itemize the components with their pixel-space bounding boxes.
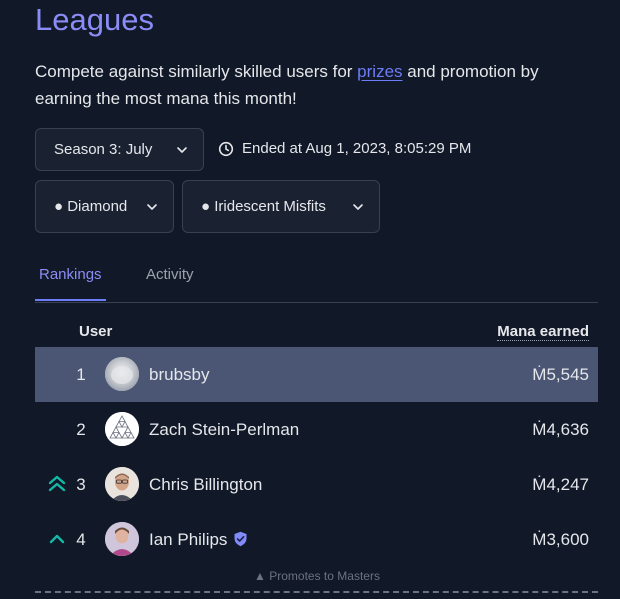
avatar[interactable]: [105, 522, 139, 556]
mana-earned-value: Ṁ5,545: [532, 365, 589, 384]
column-header-mana-earned[interactable]: Mana earned: [497, 323, 589, 341]
tab-rankings-label: Rankings: [39, 266, 102, 283]
chevron-down-icon: [147, 203, 157, 210]
tab-activity-label: Activity: [146, 266, 194, 283]
division-select[interactable]: ● Diamond: [35, 180, 174, 233]
table-row[interactable]: 3 Chris Billington Ṁ4,247: [35, 457, 598, 512]
clock-icon: [218, 141, 234, 156]
season-ended-text: Ended at Aug 1, 2023, 8:05:29 PM: [242, 140, 472, 157]
tab-rankings[interactable]: Rankings: [39, 266, 102, 283]
chevron-down-icon: [177, 146, 187, 153]
user-name[interactable]: Chris Billington: [149, 457, 262, 512]
avatar[interactable]: [105, 467, 139, 501]
user-name[interactable]: Ian Philips: [149, 512, 248, 567]
column-header-user: User: [79, 323, 113, 340]
page-description: Compete against similarly skilled users …: [35, 58, 595, 112]
double-chevron-up-icon: [48, 475, 66, 492]
chevron-down-icon: [353, 203, 363, 210]
promotion-zone-label: ▲ Promotes to Masters: [254, 569, 380, 583]
user-name[interactable]: brubsby: [149, 347, 209, 402]
table-row[interactable]: 1 brubsby Ṁ5,545: [35, 347, 598, 402]
tab-bar: Rankings Activity: [35, 258, 598, 303]
mana-earned-value: Ṁ4,247: [532, 475, 589, 494]
rank-number: 1: [76, 365, 86, 384]
tab-activity[interactable]: Activity: [146, 266, 194, 283]
rank-number: 3: [76, 475, 86, 494]
season-select-label: Season 3: July: [54, 141, 153, 158]
mana-earned-value: Ṁ4,636: [532, 420, 589, 439]
active-tab-indicator: [35, 299, 106, 301]
rank-number: 4: [76, 530, 86, 549]
chevron-up-icon: [49, 534, 65, 544]
cohort-select-label: ● Iridescent Misfits: [201, 198, 326, 215]
cohort-select[interactable]: ● Iridescent Misfits: [182, 180, 380, 233]
page-title: Leagues: [35, 2, 154, 37]
promotion-cutoff-divider: [35, 591, 598, 593]
user-name-text: Ian Philips: [149, 530, 228, 549]
prizes-link[interactable]: prizes: [357, 62, 402, 81]
season-select[interactable]: Season 3: July: [35, 128, 204, 171]
table-row[interactable]: 4 Ian Philips Ṁ3,600: [35, 512, 598, 567]
user-name[interactable]: Zach Stein-Perlman: [149, 402, 299, 457]
verified-badge-icon: [234, 531, 247, 547]
table-row[interactable]: 2 Zach Stein-Perlman Ṁ4,636: [35, 402, 598, 457]
division-select-label: ● Diamond: [54, 198, 128, 215]
season-ended-status: Ended at Aug 1, 2023, 8:05:29 PM: [218, 140, 471, 157]
mana-earned-value: Ṁ3,600: [532, 530, 589, 549]
avatar[interactable]: [105, 357, 139, 391]
avatar[interactable]: [105, 412, 139, 446]
rank-number: 2: [76, 420, 86, 439]
description-text-start: Compete against similarly skilled users …: [35, 62, 358, 81]
